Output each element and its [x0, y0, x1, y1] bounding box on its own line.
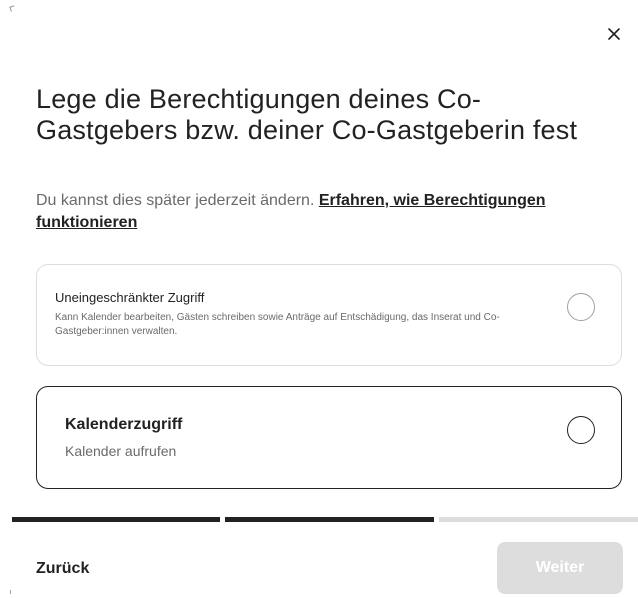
next-button[interactable]: Weiter: [497, 542, 623, 594]
window-corner-mark: [9, 5, 16, 12]
subtitle-text: Du kannst dies später jederzeit ändern.: [36, 192, 319, 209]
back-button[interactable]: Zurück: [36, 559, 89, 579]
dialog-subtitle: Du kannst dies später jederzeit ändern. …: [36, 190, 626, 234]
radio-unlimited-access[interactable]: [567, 293, 595, 321]
option-unlimited-access[interactable]: Uneingeschränkter Zugriff Kann Kalender …: [36, 264, 622, 366]
radio-calendar-access[interactable]: [567, 416, 595, 444]
option-calendar-access[interactable]: Kalenderzugriff Kalender aufrufen: [36, 386, 622, 489]
option-title: Kalenderzugriff: [65, 416, 183, 433]
progress-segment-1: [12, 517, 220, 522]
dialog-title: Lege die Berechtigungen deines Co-Gastge…: [36, 84, 578, 145]
close-icon: [608, 28, 620, 40]
window-edge-mark: [10, 590, 11, 594]
option-title: Uneingeschränkter Zugriff: [55, 290, 205, 305]
option-description: Kalender aufrufen: [65, 443, 177, 459]
progress-segment-2: [225, 517, 434, 522]
progress-bar: [12, 517, 638, 522]
close-button[interactable]: [602, 22, 626, 46]
progress-segment-3: [439, 517, 638, 522]
option-description: Kann Kalender bearbeiten, Gästen schreib…: [55, 312, 500, 337]
